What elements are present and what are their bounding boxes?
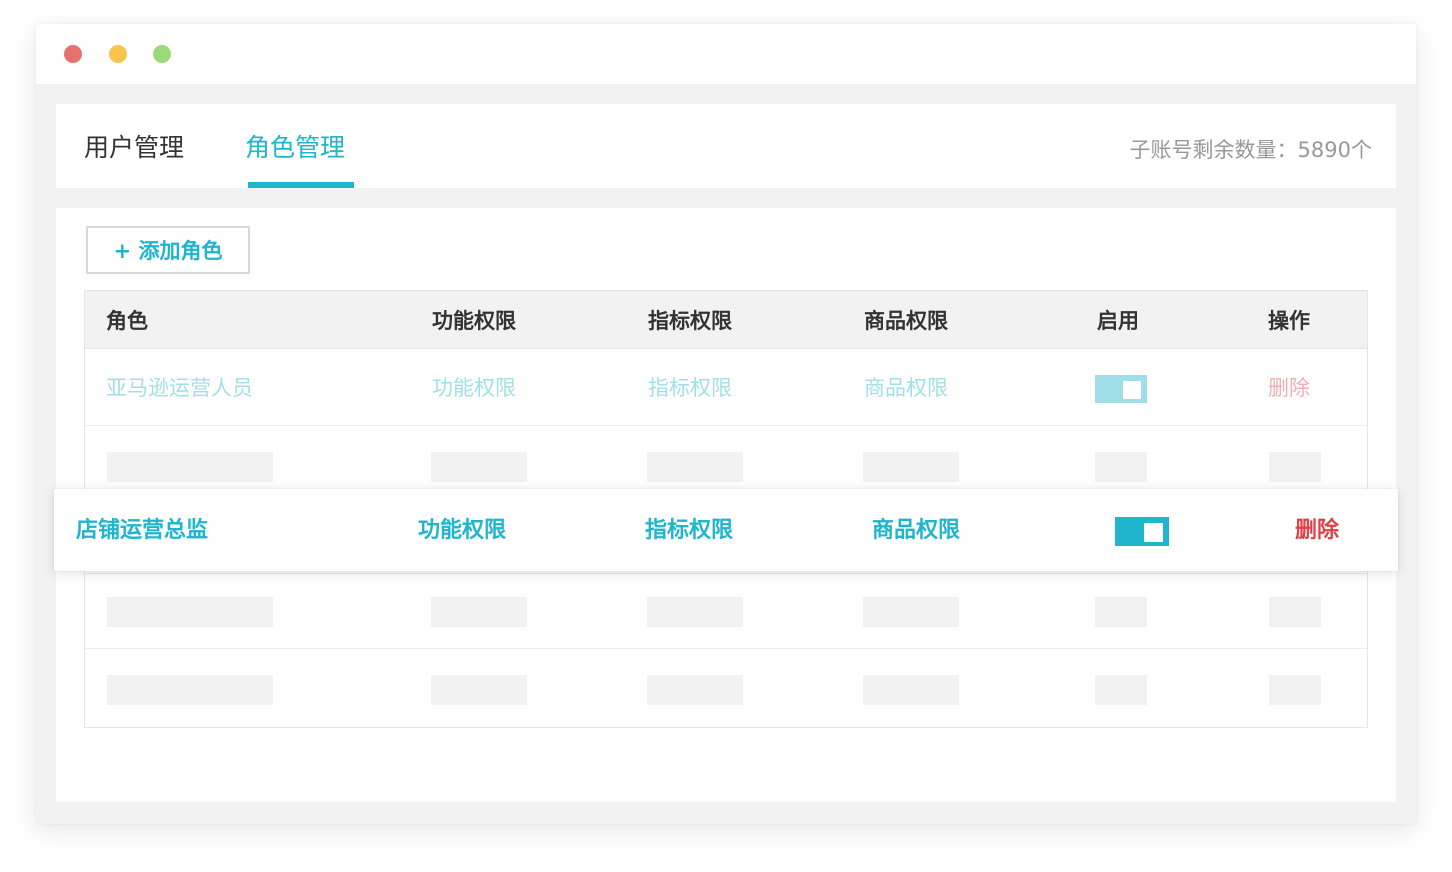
function-permission-link[interactable]: 功能权限: [432, 374, 516, 402]
header-function-permission: 功能权限: [432, 309, 516, 333]
toggle-knob: [1144, 523, 1163, 542]
header-role: 角色: [106, 309, 148, 333]
role-name-cell: 亚马逊运营人员: [106, 376, 253, 400]
tab-bar: 用户管理 角色管理 子账号剩余数量：5890个: [56, 104, 1396, 188]
delete-link[interactable]: 删除: [1295, 516, 1339, 546]
header-actions: 操作: [1268, 309, 1310, 333]
table-row: 亚马逊运营人员 功能权限 指标权限 商品权限 删除: [85, 349, 1367, 426]
metric-permission-link[interactable]: 指标权限: [648, 374, 732, 402]
maximize-window-button[interactable]: [153, 45, 171, 63]
product-permission-link[interactable]: 商品权限: [864, 374, 948, 402]
enable-toggle[interactable]: [1115, 517, 1169, 546]
tab-user-management[interactable]: 用户管理: [84, 130, 184, 166]
function-permission-link[interactable]: 功能权限: [418, 516, 506, 546]
delete-link[interactable]: 删除: [1268, 374, 1310, 402]
table-row-placeholder: [85, 574, 1367, 649]
header-product-permission: 商品权限: [864, 309, 948, 333]
product-permission-link[interactable]: 商品权限: [872, 516, 960, 546]
toggle-knob: [1123, 381, 1141, 399]
metric-permission-link[interactable]: 指标权限: [645, 516, 733, 546]
minimize-window-button[interactable]: [109, 45, 127, 63]
add-role-button[interactable]: + 添加角色: [86, 226, 250, 274]
header-enabled: 启用: [1097, 309, 1139, 333]
highlighted-table-row: 店铺运营总监 功能权限 指标权限 商品权限 删除: [54, 489, 1398, 571]
table-row-placeholder: [85, 649, 1367, 727]
table-header: 角色 功能权限 指标权限 商品权限 启用 操作: [85, 291, 1367, 349]
title-bar: [36, 24, 1416, 84]
enable-toggle[interactable]: [1095, 375, 1147, 403]
app-window: 用户管理 角色管理 子账号剩余数量：5890个 + 添加角色 角色 功能权限 指…: [36, 24, 1416, 824]
tab-role-management[interactable]: 角色管理: [245, 130, 345, 166]
sub-account-quota: 子账号剩余数量：5890个: [1129, 138, 1372, 162]
role-name-cell: 店铺运营总监: [76, 518, 209, 543]
active-tab-indicator: [248, 182, 354, 188]
close-window-button[interactable]: [64, 45, 82, 63]
header-metric-permission: 指标权限: [648, 309, 732, 333]
